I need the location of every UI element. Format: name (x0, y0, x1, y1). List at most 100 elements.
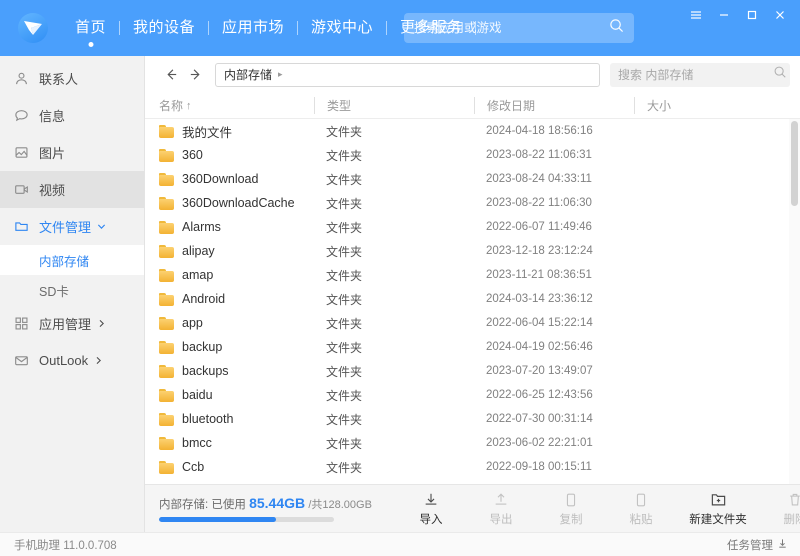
path-input[interactable]: 内部存储 ▸ (215, 62, 600, 87)
paste-label: 粘贴 (629, 514, 653, 526)
table-row[interactable]: Ccb 文件夹 2022-09-18 00:15:11 (145, 455, 800, 479)
sidebar-subitem-label: SD卡 (39, 284, 69, 299)
window-controls (682, 0, 794, 30)
app-search-input[interactable] (414, 21, 609, 35)
folder-icon (159, 340, 174, 354)
storage-text: 内部存储: 已使用 85.44GB /共128.00GB (159, 495, 409, 512)
file-name-cell: backups (159, 364, 314, 378)
folder-icon (159, 244, 174, 258)
table-row[interactable]: 360Download 文件夹 2023-08-24 04:33:11 (145, 167, 800, 191)
breadcrumb-separator: ▸ (278, 69, 283, 79)
file-type-cell: 文件夹 (314, 483, 474, 485)
file-date-cell: 2024-03-14 23:36:12 (486, 293, 593, 305)
file-search-box[interactable] (610, 62, 790, 87)
file-search-input[interactable] (618, 67, 773, 82)
scrollbar-thumb[interactable] (791, 121, 798, 206)
delete-button[interactable]: 删除 (773, 490, 800, 527)
table-row[interactable]: backup 文件夹 2024-04-19 02:56:46 (145, 335, 800, 359)
sidebar-subitem-label: 内部存储 (39, 254, 90, 269)
sidebar-subitem-sd-card[interactable]: SD卡 (0, 275, 144, 305)
table-row[interactable]: Alarms 文件夹 2022-06-07 11:49:46 (145, 215, 800, 239)
sidebar-item-label: 联系人 (39, 72, 79, 87)
search-icon (773, 65, 787, 84)
arrow-right-icon[interactable] (183, 63, 207, 87)
sidebar-item-contacts[interactable]: 联系人 (0, 60, 144, 97)
table-row[interactable]: amap 文件夹 2023-11-21 08:36:51 (145, 263, 800, 287)
column-header-type[interactable]: 类型 (314, 97, 474, 114)
table-row[interactable]: Android 文件夹 2024-03-14 23:36:12 (145, 287, 800, 311)
file-name-label: backups (182, 364, 229, 378)
nav-item-home[interactable]: 首页 (62, 0, 119, 56)
sidebar-item-file-management[interactable]: 文件管理 (0, 208, 144, 245)
file-name-cell: Alarms (159, 220, 314, 234)
chevron-down-icon (97, 222, 106, 231)
sidebar-subitem-internal-storage[interactable]: 内部存储 (0, 245, 144, 275)
import-button[interactable]: 导入 (409, 490, 453, 527)
arrow-left-icon[interactable] (159, 63, 183, 87)
search-icon (609, 18, 624, 38)
file-name-cell: baidu (159, 388, 314, 402)
storage-progress-fill (159, 517, 277, 522)
column-header-date[interactable]: 修改日期 (474, 97, 634, 114)
table-row[interactable]: 360 文件夹 2023-08-22 11:06:31 (145, 143, 800, 167)
table-row[interactable]: baidu 文件夹 2022-06-25 12:43:56 (145, 383, 800, 407)
sidebar-item-videos[interactable]: 视频 (0, 171, 144, 208)
export-button[interactable]: 导出 (479, 490, 523, 527)
folder-icon (159, 148, 174, 162)
file-name-label: Android (182, 292, 226, 306)
sidebar-item-label: 视频 (39, 183, 66, 198)
paste-button[interactable]: 粘贴 (619, 490, 663, 527)
table-row[interactable]: app 文件夹 2022-06-04 15:22:14 (145, 311, 800, 335)
nav-item-my-device[interactable]: 我的设备 (120, 0, 208, 56)
file-name-label: baidu (182, 388, 213, 402)
app-search-box[interactable] (404, 13, 634, 43)
app-version-info: 手机助理 11.0.0.708 (14, 537, 117, 553)
file-name-cell: 360 (159, 148, 314, 162)
sidebar-item-messages[interactable]: 信息 (0, 97, 144, 134)
minimize-icon[interactable] (710, 1, 738, 29)
file-type-cell: 文件夹 (326, 316, 363, 331)
file-type-cell: 文件夹 (326, 460, 363, 475)
close-icon[interactable] (766, 1, 794, 29)
apps-grid-icon (12, 315, 30, 333)
file-name-cell: amap (159, 268, 314, 282)
sidebar-item-app-management[interactable]: 应用管理 (0, 305, 144, 342)
file-type-cell: 文件夹 (326, 268, 363, 283)
storage-total-value: /共128.00GB (308, 499, 372, 511)
folder-icon (159, 268, 174, 282)
task-manager-button[interactable]: 任务管理 (727, 537, 788, 553)
table-row[interactable]: backups 文件夹 2023-07-20 13:49:07 (145, 359, 800, 383)
breadcrumb[interactable]: 内部存储 (224, 66, 272, 83)
sidebar-item-outlook[interactable]: OutLook (0, 342, 144, 379)
file-type-cell: 文件夹 (326, 172, 363, 187)
table-row[interactable]: 我的文件 文件夹 2024-04-18 18:56:16 (145, 119, 800, 143)
new-folder-button[interactable]: 新建文件夹 (689, 490, 747, 527)
file-date-cell: 2024-04-19 02:56:46 (486, 341, 593, 353)
table-row[interactable]: 360DownloadCache 文件夹 2023-08-22 11:06:30 (145, 191, 800, 215)
table-row[interactable]: bmcc 文件夹 2023-06-02 22:21:01 (145, 431, 800, 455)
maximize-icon[interactable] (738, 1, 766, 29)
app-header: 首页 我的设备 应用市场 游戏中心 更多服务 (0, 0, 800, 56)
sidebar-item-label: 文件管理 (39, 220, 92, 235)
file-name-label: Ccb (182, 460, 205, 474)
table-row[interactable]: alipay 文件夹 2023-12-18 23:12:24 (145, 239, 800, 263)
nav-item-game-center[interactable]: 游戏中心 (298, 0, 386, 56)
folder-icon (159, 196, 174, 210)
copy-button[interactable]: 复制 (549, 490, 593, 527)
file-type-cell: 文件夹 (326, 124, 363, 139)
sort-ascending-icon: ↑ (186, 99, 192, 112)
sidebar-item-pictures[interactable]: 图片 (0, 134, 144, 171)
menu-icon[interactable] (682, 1, 710, 29)
table-row[interactable]: bluetooth 文件夹 2022-07-30 00:31:14 (145, 407, 800, 431)
delete-label: 删除 (783, 514, 800, 526)
column-header-name[interactable]: 名称 ↑ (159, 97, 314, 114)
file-name-label: 360Download (182, 172, 259, 186)
column-header-size[interactable]: 大小 (634, 97, 800, 114)
nav-item-app-market[interactable]: 应用市场 (209, 0, 297, 56)
table-row[interactable]: Mobile Ticket文件夹2023-01-12 14:02:11 (145, 479, 800, 484)
file-type-cell: 文件夹 (326, 388, 363, 403)
file-type-cell: 文件夹 (326, 364, 363, 379)
import-icon (423, 490, 439, 509)
folder-icon (159, 124, 174, 138)
storage-progress-bar (159, 517, 334, 522)
